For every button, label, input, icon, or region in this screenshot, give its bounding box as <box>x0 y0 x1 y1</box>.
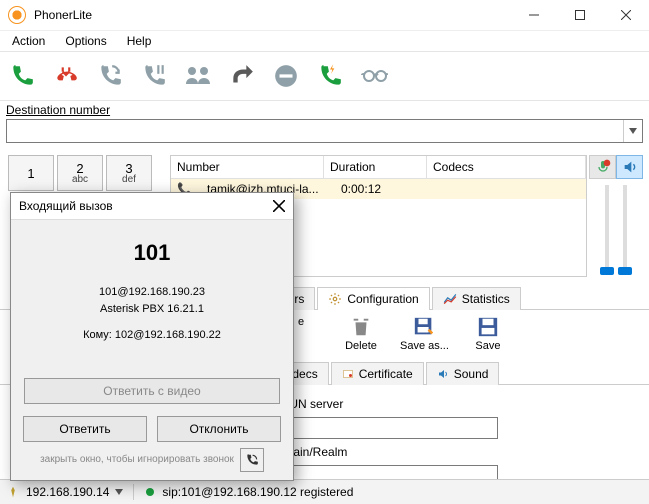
redial-icon[interactable] <box>96 62 124 90</box>
chevron-down-icon[interactable] <box>115 489 123 495</box>
transfer-icon[interactable] <box>228 62 256 90</box>
chart-icon <box>443 292 457 306</box>
hangup-icon[interactable] <box>52 62 80 90</box>
incoming-to: Кому: 102@192.168.190.22 <box>23 327 281 344</box>
stun-input[interactable] <box>268 417 498 439</box>
destination-dropdown[interactable] <box>623 120 642 142</box>
floppy-icon <box>477 316 499 338</box>
decline-button[interactable]: Отклонить <box>157 416 281 442</box>
conference-icon[interactable] <box>184 62 212 90</box>
subtab-certificate[interactable]: Certificate <box>331 362 424 385</box>
floppy-pencil-icon <box>413 316 435 338</box>
incoming-caller: 101 <box>23 240 281 266</box>
incoming-call-dialog: Входящий вызов 101 101@192.168.190.23 As… <box>10 192 294 481</box>
col-duration[interactable]: Duration <box>324 156 427 178</box>
anonymous-icon[interactable] <box>360 62 388 90</box>
call-row-duration: 0:00:12 <box>335 182 437 196</box>
sound-icon <box>437 368 449 380</box>
maximize-button[interactable] <box>557 0 603 30</box>
certificate-icon <box>342 368 354 380</box>
tab-statistics[interactable]: Statistics <box>432 287 521 310</box>
mic-slider[interactable] <box>605 185 609 275</box>
status-dot-icon <box>144 486 156 498</box>
menu-help[interactable]: Help <box>119 32 160 50</box>
close-button[interactable] <box>603 0 649 30</box>
callback-button[interactable] <box>240 448 264 472</box>
speaker-slider[interactable] <box>623 185 627 275</box>
dnd-icon[interactable] <box>272 62 300 90</box>
call-waiting-icon[interactable] <box>316 62 344 90</box>
gear-icon <box>328 292 342 306</box>
col-codecs[interactable]: Codecs <box>427 156 586 178</box>
tab-configuration[interactable]: Configuration <box>317 287 429 310</box>
dialpad-1[interactable]: 1 <box>8 155 54 191</box>
app-icon <box>8 6 26 24</box>
call-icon[interactable] <box>8 62 36 90</box>
status-local-ip: 192.168.190.14 <box>26 485 109 499</box>
dialpad-2[interactable]: 2abc <box>57 155 103 191</box>
status-registration: sip:101@192.168.190.12 registered <box>162 485 353 499</box>
answer-button[interactable]: Ответить <box>23 416 147 442</box>
window-title: PhonerLite <box>34 8 92 22</box>
trash-icon <box>350 316 372 338</box>
mic-mute-icon[interactable] <box>589 155 616 179</box>
menu-options[interactable]: Options <box>57 32 114 50</box>
hold-icon[interactable] <box>140 62 168 90</box>
incoming-uri: 101@192.168.190.23 <box>23 284 281 301</box>
network-icon <box>6 485 20 499</box>
speaker-icon[interactable] <box>616 155 643 179</box>
incoming-close-button[interactable] <box>273 200 285 212</box>
answer-video-button[interactable]: Ответить с видео <box>24 378 280 404</box>
minimize-button[interactable] <box>511 0 557 30</box>
incoming-server: Asterisk PBX 16.21.1 <box>23 301 281 318</box>
col-number[interactable]: Number <box>171 156 324 178</box>
destination-label: Destination number <box>6 103 643 117</box>
delete-button[interactable]: Delete <box>340 316 382 352</box>
save-as-button[interactable]: Save as... <box>400 316 449 352</box>
incoming-title: Входящий вызов <box>19 199 273 213</box>
destination-input[interactable] <box>7 120 623 142</box>
incoming-hint: закрыть окно, чтобы игнорировать звонок <box>40 454 234 465</box>
save-button[interactable]: Save <box>467 316 509 352</box>
dialpad-3[interactable]: 3def <box>106 155 152 191</box>
menu-action[interactable]: Action <box>4 32 53 50</box>
subtab-sound[interactable]: Sound <box>426 362 500 385</box>
